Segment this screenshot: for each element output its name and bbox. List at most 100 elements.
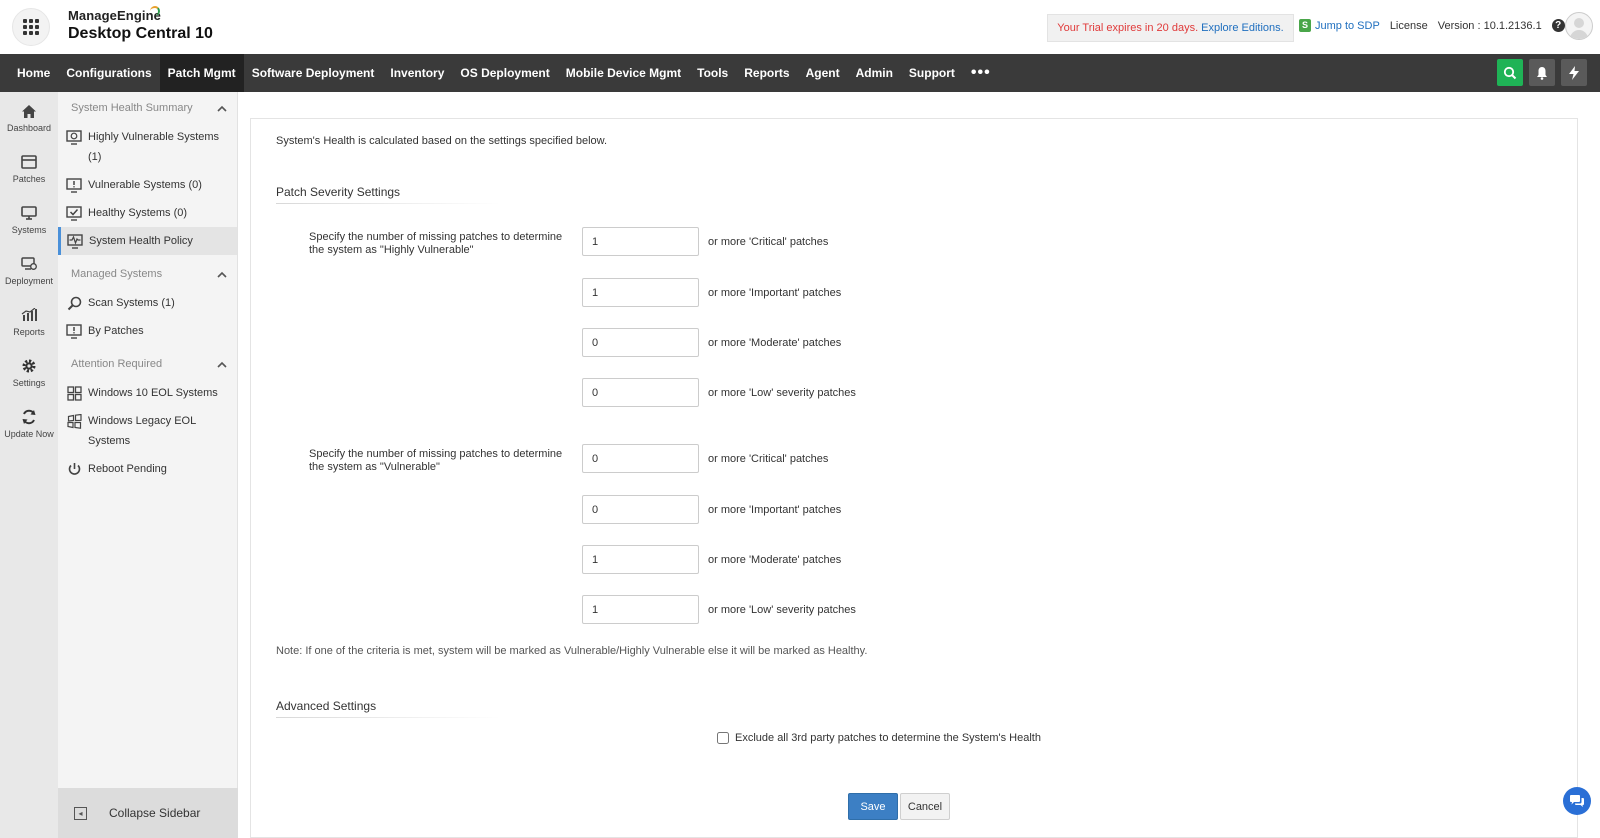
monitor-alert-icon xyxy=(66,129,82,145)
nav-item-tools[interactable]: Tools xyxy=(689,54,736,92)
exclude-3rd-party-label: Exclude all 3rd party patches to determi… xyxy=(735,732,1041,744)
explore-editions-link[interactable]: Explore Editions. xyxy=(1201,22,1284,34)
nav-item-reports[interactable]: Reports xyxy=(736,54,797,92)
collapse-icon: ◂ xyxy=(74,806,87,820)
rail-item-deployment[interactable]: Deployment xyxy=(0,245,58,296)
hv-moderate-input[interactable] xyxy=(582,328,699,357)
field-suffix: or more 'Moderate' patches xyxy=(708,553,842,566)
hv-critical-input[interactable] xyxy=(582,227,699,256)
form-actions: Save Cancel xyxy=(848,793,950,820)
search-icon xyxy=(1503,66,1517,79)
rail-item-reports[interactable]: Reports xyxy=(0,296,58,347)
search-button[interactable] xyxy=(1497,59,1523,86)
help-icon[interactable]: ? xyxy=(1551,19,1565,32)
patches-icon xyxy=(20,153,38,171)
brand-logo[interactable]: ManageEngine Desktop Central 10 xyxy=(68,6,213,43)
monitor-warning-icon xyxy=(66,177,82,193)
sidebar-item-label: Windows 10 EOL Systems xyxy=(88,387,218,399)
grid-icon xyxy=(23,19,39,35)
v-low-input[interactable] xyxy=(582,595,699,624)
intro-text: System's Health is calculated based on t… xyxy=(276,135,608,147)
sidebar-item-windows-legacy-eol[interactable]: Windows Legacy EOL Systems xyxy=(58,407,237,455)
brand-company: ManageEngine xyxy=(68,8,161,23)
v-critical-row: or more 'Critical' patches xyxy=(582,444,828,473)
v-critical-input[interactable] xyxy=(582,444,699,473)
save-button[interactable]: Save xyxy=(848,793,898,820)
reboot-icon xyxy=(66,461,82,477)
apps-grid-button[interactable] xyxy=(12,8,50,46)
bell-icon xyxy=(1537,66,1547,80)
jump-to-sdp-label: Jump to SDP xyxy=(1315,19,1380,32)
patch-severity-title-text: Patch Severity Settings xyxy=(276,185,401,199)
sidebar-item-vulnerable[interactable]: Vulnerable Systems (0) xyxy=(58,171,237,199)
sidebar-item-label: Scan Systems (1) xyxy=(88,297,175,309)
nav-item-configurations[interactable]: Configurations xyxy=(58,54,159,92)
advanced-settings-title: Advanced Settings xyxy=(276,699,501,718)
icon-rail: Dashboard Patches Systems Deployment Rep… xyxy=(0,92,58,838)
cancel-button[interactable]: Cancel xyxy=(900,793,950,820)
trial-banner: Your Trial expires in 20 days. Explore E… xyxy=(1047,14,1294,42)
sidebar-item-label: Healthy Systems (0) xyxy=(88,207,188,219)
refresh-icon xyxy=(20,408,38,426)
nav-items: Home Configurations Patch Mgmt Software Dep… xyxy=(0,54,1600,92)
chat-support-button[interactable] xyxy=(1563,787,1591,815)
field-suffix: or more 'Moderate' patches xyxy=(708,336,842,349)
nav-item-home[interactable]: Home xyxy=(0,54,58,92)
hv-important-input[interactable] xyxy=(582,278,699,307)
license-link[interactable]: License xyxy=(1390,20,1428,32)
section-attention-required[interactable]: Attention Required xyxy=(58,349,237,379)
system-health-policy-panel: System's Health is calculated based on t… xyxy=(250,118,1578,838)
notification-button[interactable] xyxy=(1529,59,1555,86)
field-suffix: or more 'Important' patches xyxy=(708,503,842,516)
jump-to-sdp-link[interactable]: S Jump to SDP xyxy=(1299,19,1380,32)
nav-more-button[interactable]: ••• xyxy=(963,54,999,92)
quick-actions-button[interactable] xyxy=(1561,59,1587,86)
rail-item-patches[interactable]: Patches xyxy=(0,143,58,194)
sidebar-item-by-patches[interactable]: By Patches xyxy=(58,317,237,345)
collapse-sidebar-button[interactable]: ◂ Collapse Sidebar xyxy=(58,788,238,838)
rail-item-update-now[interactable]: Update Now xyxy=(0,398,58,449)
gear-icon xyxy=(20,357,38,375)
field-suffix: or more 'Critical' patches xyxy=(708,235,829,248)
rail-label-dashboard: Dashboard xyxy=(6,123,52,133)
nav-item-software-deployment[interactable]: Software Deployment xyxy=(244,54,383,92)
nav-item-admin[interactable]: Admin xyxy=(848,54,901,92)
field-suffix: or more 'Important' patches xyxy=(708,286,842,299)
section-system-health-summary[interactable]: System Health Summary xyxy=(58,93,237,123)
brand-arc-icon xyxy=(150,6,160,16)
rail-label-patches: Patches xyxy=(12,174,46,184)
nav-item-agent[interactable]: Agent xyxy=(798,54,848,92)
sidebar-item-healthy[interactable]: Healthy Systems (0) xyxy=(58,199,237,227)
collapse-sidebar-label: Collapse Sidebar xyxy=(109,806,201,820)
nav-item-os-deployment[interactable]: OS Deployment xyxy=(452,54,557,92)
rail-item-dashboard[interactable]: Dashboard xyxy=(0,92,58,143)
sidebar-item-system-health-policy[interactable]: System Health Policy xyxy=(58,227,237,255)
v-important-input[interactable] xyxy=(582,495,699,524)
version-text: Version : 10.1.2136.1 xyxy=(1437,19,1542,32)
hv-low-input[interactable] xyxy=(582,378,699,407)
rail-label-update-now: Update Now xyxy=(4,429,54,439)
rail-item-systems[interactable]: Systems xyxy=(0,194,58,245)
monitor-icon xyxy=(20,204,38,222)
advanced-settings-title-text: Advanced Settings xyxy=(276,699,377,713)
exclude-3rd-party-option[interactable]: Exclude all 3rd party patches to determi… xyxy=(717,732,1041,744)
nav-item-patch-mgmt[interactable]: Patch Mgmt xyxy=(159,54,244,92)
user-avatar[interactable] xyxy=(1565,12,1593,40)
sidebar-item-windows-10-eol[interactable]: Windows 10 EOL Systems xyxy=(58,379,237,407)
highly-vulnerable-label: Specify the number of missing patches to… xyxy=(309,231,563,256)
nav-item-inventory[interactable]: Inventory xyxy=(382,54,452,92)
sidebar-item-scan-systems[interactable]: Scan Systems (1) xyxy=(58,289,237,317)
trial-text: Your Trial expires in 20 days. xyxy=(1057,22,1199,34)
windows-icon xyxy=(66,385,82,401)
sidebar-item-label: Reboot Pending xyxy=(88,463,167,475)
v-moderate-input[interactable] xyxy=(582,545,699,574)
exclude-3rd-party-checkbox[interactable] xyxy=(717,732,729,744)
chat-icon xyxy=(1570,795,1584,807)
sidebar-item-label: Vulnerable Systems (0) xyxy=(88,179,202,191)
nav-item-mobile-device-mgmt[interactable]: Mobile Device Mgmt xyxy=(558,54,689,92)
sidebar-item-highly-vulnerable[interactable]: Highly Vulnerable Systems (1) xyxy=(58,123,237,171)
nav-item-support[interactable]: Support xyxy=(901,54,963,92)
sidebar-item-reboot-pending[interactable]: Reboot Pending xyxy=(58,455,237,483)
rail-item-settings[interactable]: Settings xyxy=(0,347,58,398)
section-managed-systems[interactable]: Managed Systems xyxy=(58,259,237,289)
